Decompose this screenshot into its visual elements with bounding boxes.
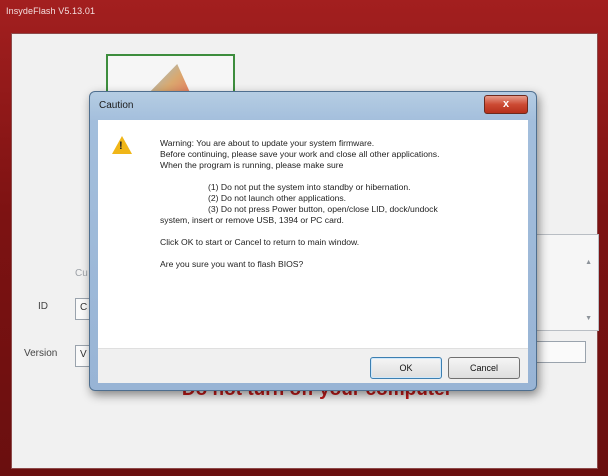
caution-dialog: Caution x ! Warning: You are about to up…: [89, 91, 537, 391]
scroll-down-icon[interactable]: ▼: [585, 315, 592, 322]
dialog-title: Caution: [99, 100, 134, 111]
version-label: Version: [24, 348, 58, 359]
dialog-message: Warning: You are about to update your sy…: [160, 138, 520, 270]
current-group-label: Cu: [75, 268, 88, 279]
message-line: Warning: You are about to update your sy…: [160, 138, 375, 148]
cancel-button[interactable]: Cancel: [448, 357, 520, 379]
dialog-body: ! Warning: You are about to update your …: [98, 120, 528, 348]
rule-line: (1) Do not put the system into standby o…: [208, 182, 411, 192]
rule-line-tail: system, insert or remove USB, 1394 or PC…: [160, 215, 344, 225]
ok-button[interactable]: OK: [370, 357, 442, 379]
scroll-up-icon[interactable]: ▲: [585, 259, 592, 266]
version-value: V: [80, 349, 87, 360]
warning-icon: !: [112, 136, 132, 154]
rule-line: (3) Do not press Power button, open/clos…: [208, 204, 438, 214]
message-line: When the program is running, please make…: [160, 160, 344, 170]
version-field-right: [536, 341, 586, 363]
message-line: Before continuing, please save your work…: [160, 149, 440, 159]
question-line: Are you sure you want to flash BIOS?: [160, 259, 304, 269]
instruction-line: Click OK to start or Cancel to return to…: [160, 237, 360, 247]
id-value: C: [80, 302, 88, 313]
id-label: ID: [38, 301, 48, 312]
close-button[interactable]: x: [484, 95, 528, 114]
window-title: InsydeFlash V5.13.01: [6, 6, 96, 16]
rule-line: (2) Do not launch other applications.: [208, 193, 347, 203]
dialog-footer: OK Cancel: [98, 348, 528, 383]
